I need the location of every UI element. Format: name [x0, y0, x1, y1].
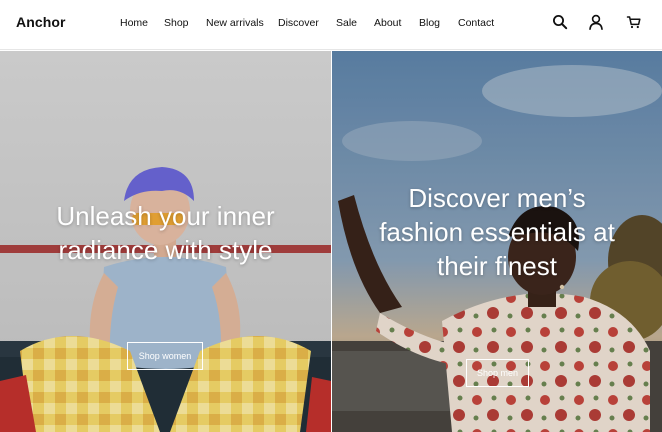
cart-icon[interactable]: [624, 12, 644, 32]
nav-sale[interactable]: Sale: [336, 16, 357, 30]
nav-shop[interactable]: Shop: [164, 16, 189, 30]
shop-men-button[interactable]: Shop men: [466, 359, 529, 387]
hero-women: Unleash your inner radiance with style S…: [0, 51, 331, 432]
search-icon[interactable]: [550, 12, 570, 32]
shop-women-button[interactable]: Shop women: [127, 342, 203, 370]
hero-men-heading: Discover men’s fashion essentials at the…: [379, 183, 615, 281]
site-header: Anchor Home Shop New arrivals Discover S…: [0, 0, 662, 50]
hero-men: Discover men’s fashion essentials at the…: [332, 51, 662, 432]
nav-blog[interactable]: Blog: [419, 16, 440, 30]
nav-home[interactable]: Home: [120, 16, 148, 30]
nav-about[interactable]: About: [374, 16, 401, 30]
nav-new-arrivals[interactable]: New arrivals: [206, 16, 264, 30]
site-logo[interactable]: Anchor: [16, 14, 66, 30]
nav-contact[interactable]: Contact: [458, 16, 494, 30]
hero-women-heading: Unleash your inner radiance with style: [56, 201, 275, 265]
account-icon[interactable]: [586, 12, 606, 32]
nav-discover[interactable]: Discover: [278, 16, 319, 30]
